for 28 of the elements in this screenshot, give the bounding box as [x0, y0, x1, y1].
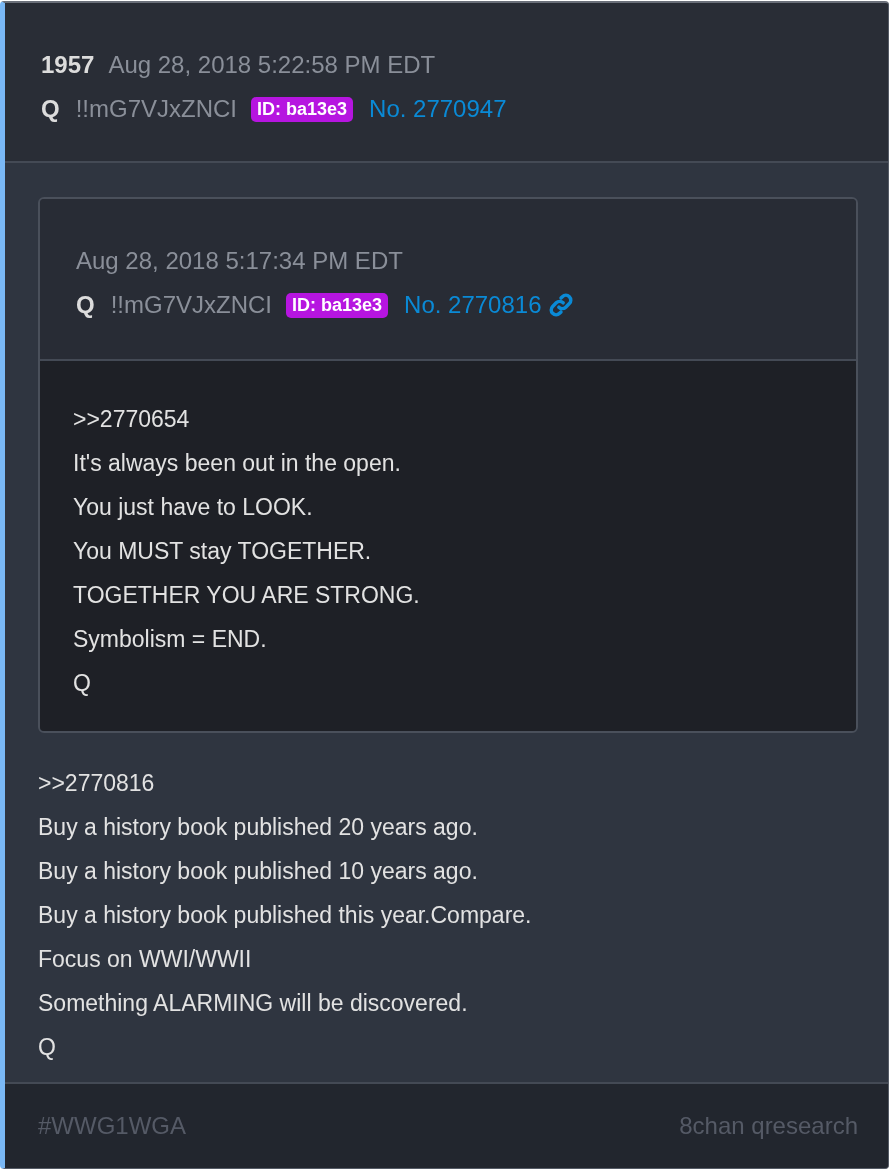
post-date: Aug 28, 2018 5:22:58 PM EDT: [108, 51, 436, 79]
post-number-link[interactable]: No. 2770947: [369, 95, 507, 123]
hashtag: #WWG1WGA: [38, 1112, 186, 1140]
link-icon[interactable]: [547, 292, 574, 318]
post-text-line: >>2770816: [38, 769, 156, 798]
source-label: 8chan qresearch: [679, 1112, 858, 1140]
id-badge: ID: ba13e3: [286, 292, 389, 318]
post-text-line: Q: [38, 1033, 57, 1062]
post-text-line: You just have to LOOK.: [73, 493, 314, 522]
post-number: 1957: [41, 51, 95, 79]
post-text-line: Focus on WWI/WWII: [38, 945, 253, 974]
post-text-line: TOGETHER YOU ARE STRONG.: [73, 581, 421, 610]
author-name: Q: [41, 95, 60, 123]
author-name: Q: [76, 291, 95, 319]
tripcode: !!mG7VJxZNCI: [110, 291, 272, 319]
post-text-line: You MUST stay TOGETHER.: [73, 537, 373, 566]
post-text-line: Symbolism = END.: [73, 625, 268, 654]
post-text-line: Q: [73, 669, 92, 698]
post-date: Aug 28, 2018 5:17:34 PM EDT: [76, 247, 403, 275]
id-badge: ID: ba13e3: [251, 96, 354, 122]
tripcode: !!mG7VJxZNCI: [75, 95, 237, 123]
post-text-line: Buy a history book published this year.Compare.: [38, 901, 533, 930]
post-text-line: Buy a history book published 10 years ago.: [38, 857, 479, 886]
post-text-line: Something ALARMING will be discovered.: [38, 989, 469, 1018]
post-number-link[interactable]: No. 2770816: [404, 291, 542, 319]
post-text-line: >>2770654: [73, 405, 191, 434]
post-text-line: Buy a history book published 20 years ago.: [38, 813, 479, 842]
post-text-line: It's always been out in the open.: [73, 449, 402, 478]
